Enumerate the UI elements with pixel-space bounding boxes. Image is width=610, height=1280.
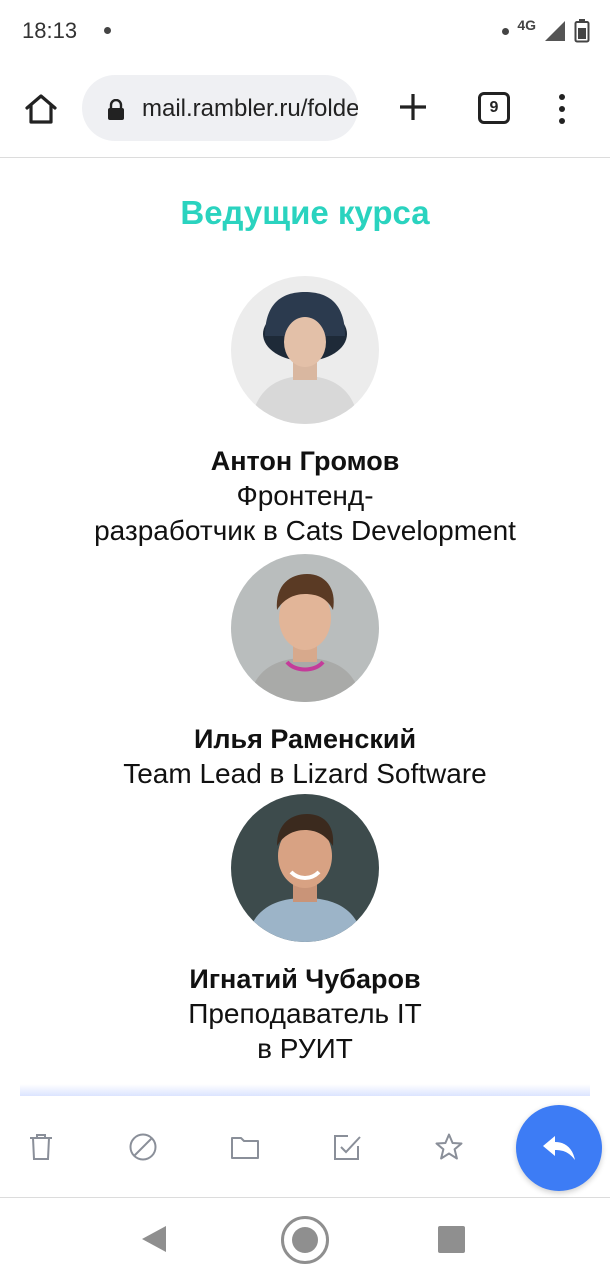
instructor-role: разработчик в Cats Development [94, 515, 516, 546]
notification-dot-icon [502, 27, 510, 35]
system-nav-bar [0, 1199, 610, 1280]
more-vert-icon [559, 94, 565, 100]
star-icon [435, 1133, 463, 1160]
instructor-name: Антон Громов [210, 446, 400, 476]
notification-dot-icon [104, 27, 111, 34]
home-circle-icon [292, 1227, 318, 1253]
instructor-name: Игнатий Чубаров [189, 964, 421, 994]
instructor-card: Илья Раменский Team Lead в Lizard Softwa… [0, 554, 610, 791]
status-bar: 18:13 4G [0, 0, 610, 62]
email-content: Ведущие курса Антон Громов Фронтенд- раз… [0, 158, 610, 1096]
network-type: 4G [517, 17, 536, 33]
avatar [231, 276, 379, 424]
browser-home-button[interactable] [20, 88, 62, 130]
instructor-name: Илья Раменский [193, 724, 417, 754]
folder-icon [231, 1137, 259, 1159]
favorite-button[interactable] [428, 1126, 470, 1168]
section-title: Ведущие курса [180, 194, 430, 231]
browser-menu-button[interactable] [548, 88, 576, 130]
instructor-card: Антон Громов Фронтенд- разработчик в Cat… [0, 276, 610, 548]
tab-count: 9 [489, 99, 499, 116]
browser-toolbar: mail.rambler.ru/folders/INBOX 9 [0, 62, 610, 158]
instructor-role: в РУИТ [257, 1033, 353, 1064]
battery-icon [574, 19, 590, 43]
spam-button[interactable] [122, 1126, 164, 1168]
tab-switcher-button[interactable]: 9 [478, 92, 510, 124]
block-icon [129, 1133, 157, 1161]
avatar [231, 794, 379, 942]
avatar [231, 554, 379, 702]
url-text: mail.rambler.ru/folders/INBOX [142, 95, 358, 122]
content-fade [20, 1084, 590, 1096]
status-indicators: 4G [502, 16, 590, 46]
instructor-role: Фронтенд- [236, 480, 374, 511]
reply-button[interactable] [516, 1105, 602, 1191]
mark-read-button[interactable] [326, 1126, 368, 1168]
instructor-role: Преподаватель IT [188, 998, 422, 1029]
instructor-role: Team Lead в Lizard Software [123, 758, 487, 789]
status-time: 18:13 [22, 18, 78, 43]
back-icon[interactable] [140, 1224, 168, 1254]
mail-action-toolbar [0, 1096, 610, 1198]
new-tab-button[interactable] [392, 86, 434, 128]
plus-icon [400, 94, 426, 120]
home-icon [25, 94, 57, 124]
signal-icon [545, 21, 565, 41]
recent-apps-icon[interactable] [438, 1226, 465, 1253]
address-bar[interactable]: mail.rambler.ru/folders/INBOX [82, 75, 358, 141]
home-nav-button[interactable] [281, 1216, 329, 1264]
move-to-folder-button[interactable] [224, 1126, 266, 1168]
mark-read-icon [334, 1135, 361, 1160]
instructor-card: Игнатий Чубаров Преподаватель IT в РУИТ [0, 794, 610, 1066]
delete-button[interactable] [20, 1126, 62, 1168]
lock-icon [108, 99, 124, 120]
reply-icon [543, 1136, 575, 1160]
trash-icon [30, 1134, 52, 1160]
